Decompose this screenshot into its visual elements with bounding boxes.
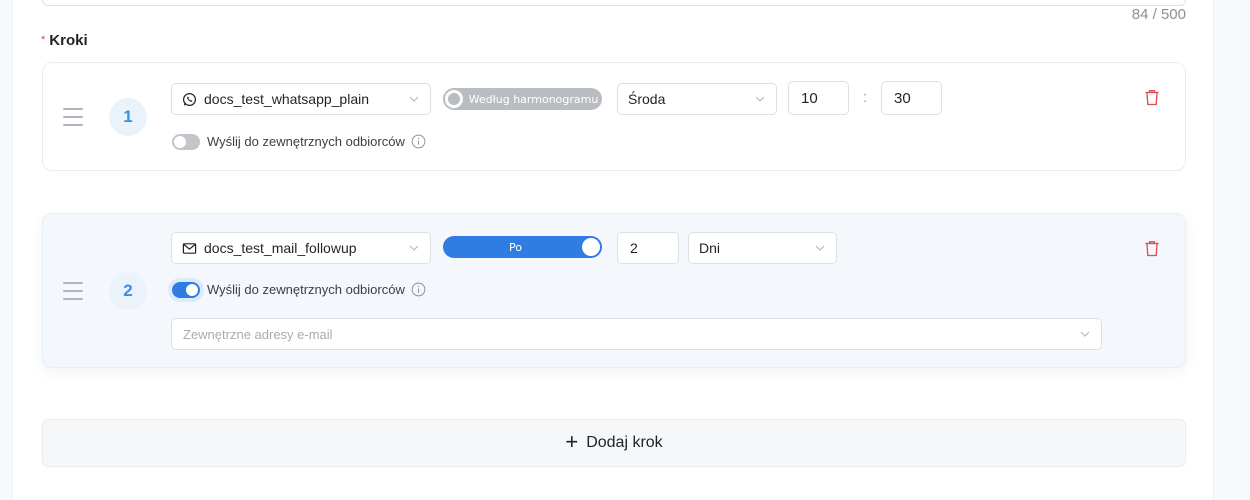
required-mark: *: [41, 34, 46, 46]
step-number: 1: [109, 98, 147, 136]
delay-unit-value: Dni: [699, 240, 721, 256]
chevron-down-icon: [755, 96, 765, 102]
after-toggle[interactable]: Po: [443, 236, 602, 258]
chevron-down-icon: [409, 96, 419, 102]
whatsapp-icon: [182, 92, 197, 106]
info-icon[interactable]: [411, 134, 426, 149]
schedule-toggle[interactable]: Według harmonogramu: [443, 88, 602, 110]
external-emails-placeholder: Zewnętrzne adresy e-mail: [183, 326, 333, 342]
toggle-knob: [174, 136, 186, 148]
external-recipients-label: Wyślij do zewnętrznych odbiorców: [207, 282, 426, 297]
steps-label-text: Kroki: [49, 32, 88, 49]
step-card-1: 1 docs_test_whatsapp_plain Według harmon…: [42, 62, 1186, 171]
hour-input[interactable]: 10: [788, 81, 849, 115]
external-recipients-toggle[interactable]: [172, 134, 200, 150]
external-recipients-text: Wyślij do zewnętrznych odbiorców: [207, 134, 405, 149]
toggle-knob: [445, 90, 463, 108]
trash-icon[interactable]: [1144, 89, 1160, 106]
delay-value-input[interactable]: 2: [617, 232, 679, 264]
step-card-2: 2 docs_test_mail_followup Po 2 Dni Wyśli…: [42, 213, 1186, 368]
external-emails-select[interactable]: Zewnętrzne adresy e-mail: [171, 318, 1102, 350]
day-value: Środa: [628, 91, 666, 107]
trash-icon[interactable]: [1144, 240, 1160, 257]
chevron-down-icon: [815, 245, 825, 251]
schedule-toggle-label: Według harmonogramu: [468, 92, 599, 106]
external-recipients-text: Wyślij do zewnętrznych odbiorców: [207, 282, 405, 297]
after-toggle-label: Po: [509, 240, 522, 254]
template-value: docs_test_mail_followup: [204, 240, 357, 256]
toggle-knob: [186, 284, 198, 296]
add-step-button[interactable]: + Dodaj krok: [42, 419, 1186, 467]
add-step-label: Dodaj krok: [586, 434, 663, 451]
info-icon[interactable]: [411, 282, 426, 297]
minute-input[interactable]: 30: [881, 81, 942, 115]
description-textarea[interactable]: [42, 0, 1186, 6]
plus-icon: +: [565, 429, 579, 454]
mail-icon: [182, 242, 197, 254]
steps-section-label: * Kroki: [41, 32, 88, 49]
chevron-down-icon: [409, 245, 419, 251]
time-separator: :: [863, 89, 868, 106]
external-recipients-label: Wyślij do zewnętrznych odbiorców: [207, 134, 426, 149]
step-number: 2: [109, 272, 147, 310]
external-recipients-toggle[interactable]: [172, 282, 200, 298]
toggle-knob: [582, 238, 600, 256]
drag-handle-icon[interactable]: [63, 108, 83, 126]
delay-unit-select[interactable]: Dni: [688, 232, 837, 264]
drag-handle-icon[interactable]: [63, 282, 83, 300]
template-select[interactable]: docs_test_whatsapp_plain: [171, 83, 431, 115]
template-select[interactable]: docs_test_mail_followup: [171, 232, 431, 264]
day-select[interactable]: Środa: [617, 83, 777, 115]
char-counter: 84 / 500: [1131, 6, 1186, 23]
chevron-down-icon: [1080, 331, 1090, 337]
template-value: docs_test_whatsapp_plain: [204, 91, 370, 107]
